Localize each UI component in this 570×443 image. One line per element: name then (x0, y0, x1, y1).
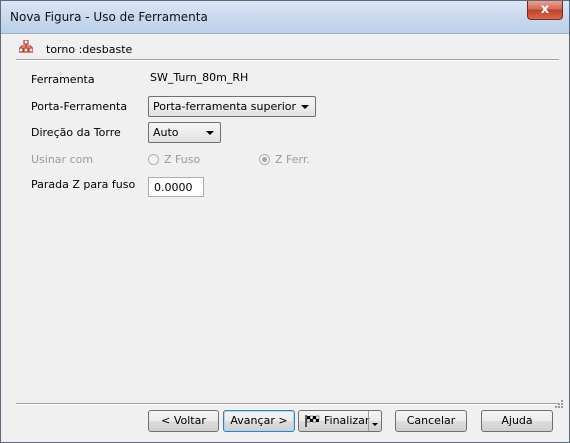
cancelar-button[interactable]: Cancelar (395, 410, 467, 432)
header-divider (16, 59, 559, 61)
voltar-label: < Voltar (161, 414, 206, 427)
parada-z-value: 0.0000 (154, 181, 193, 194)
cancelar-label: Cancelar (406, 414, 456, 427)
checkered-flag-icon (305, 415, 320, 427)
ferramenta-label: Ferramenta (31, 73, 95, 86)
avancar-label: Avançar > (230, 414, 288, 427)
feature-name: torno :desbaste (46, 43, 133, 56)
finalizar-label: Finalizar (324, 414, 370, 427)
parada-z-input[interactable]: 0.0000 (148, 177, 204, 197)
close-icon: x (540, 2, 550, 17)
split-divider (368, 411, 369, 431)
finalizar-button[interactable]: Finalizar (298, 410, 382, 432)
parada-z-label: Parada Z para fuso (31, 178, 136, 191)
chevron-down-icon (301, 105, 309, 109)
z-fuso-label[interactable]: Z Fuso (164, 153, 200, 166)
close-button[interactable]: x (527, 1, 563, 20)
footer-divider (16, 403, 559, 405)
ajuda-button[interactable]: Ajuda (481, 410, 553, 432)
direcao-torre-select[interactable]: Auto (148, 122, 221, 143)
ferramenta-value: SW_Turn_80m_RH (150, 71, 249, 84)
porta-ferramenta-label: Porta-Ferramenta (31, 100, 128, 113)
avancar-button[interactable]: Avançar > (223, 410, 295, 432)
voltar-button[interactable]: < Voltar (148, 410, 219, 432)
usinar-com-label: Usinar com (31, 153, 94, 166)
direcao-torre-label: Direção da Torre (31, 126, 121, 139)
direcao-torre-selected: Auto (153, 126, 179, 139)
z-ferr-label[interactable]: Z Ferr. (275, 153, 310, 166)
radio-selected-dot (262, 157, 267, 162)
feature-header: torno :desbaste (6, 34, 564, 59)
resize-grip-icon[interactable] (554, 399, 564, 409)
dialog-window: Nova Figura - Uso de Ferramenta x torno … (0, 0, 570, 443)
title-bar[interactable]: Nova Figura - Uso de Ferramenta x (1, 1, 569, 34)
porta-ferramenta-selected: Porta-ferramenta superior (153, 100, 297, 113)
ajuda-label: Ajuda (501, 414, 533, 427)
z-ferr-radio[interactable] (259, 154, 270, 165)
dialog-content: torno :desbaste Ferramenta SW_Turn_80m_R… (6, 34, 564, 437)
chevron-down-icon (206, 131, 214, 135)
z-fuso-radio[interactable] (148, 154, 159, 165)
tree-structure-icon (19, 40, 33, 53)
porta-ferramenta-select[interactable]: Porta-ferramenta superior (148, 96, 316, 117)
window-title: Nova Figura - Uso de Ferramenta (10, 10, 208, 24)
dropdown-arrow-icon[interactable] (372, 423, 378, 426)
